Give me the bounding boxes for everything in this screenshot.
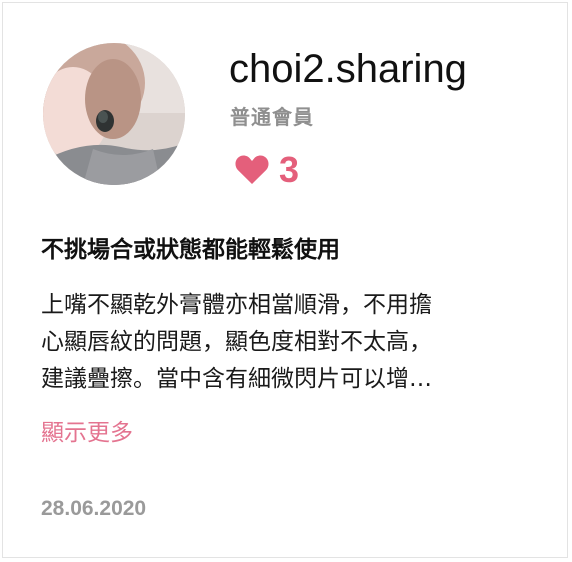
avatar[interactable] <box>43 43 185 185</box>
review-card: choi2.sharing 普通會員 3 不挑場合或狀態都能輕鬆使用 上嘴不顯乾… <box>2 2 568 558</box>
avatar-photo <box>43 43 185 185</box>
member-role: 普通會員 <box>230 105 314 129</box>
review-date: 28.06.2020 <box>41 497 147 520</box>
like-button[interactable]: 3 <box>235 149 299 191</box>
review-line: 心顯唇紋的問題，顯色度相對不太高， <box>41 329 432 355</box>
like-count: 3 <box>279 149 300 190</box>
review-line: 建議疊擦。當中含有細微閃片可以增… <box>41 366 432 392</box>
show-more-link[interactable]: 顯示更多 <box>41 415 133 451</box>
review-line: 上嘴不顯乾外膏體亦相當順滑，不用擔 <box>41 292 432 318</box>
heart-icon <box>235 155 269 184</box>
review-body: 上嘴不顯乾外膏體亦相當順滑，不用擔 心顯唇紋的問題，顯色度相對不太高， 建議疊擦… <box>41 287 531 398</box>
review-title: 不挑場合或狀態都能輕鬆使用 <box>41 237 340 263</box>
username[interactable]: choi2.sharing <box>229 43 467 95</box>
